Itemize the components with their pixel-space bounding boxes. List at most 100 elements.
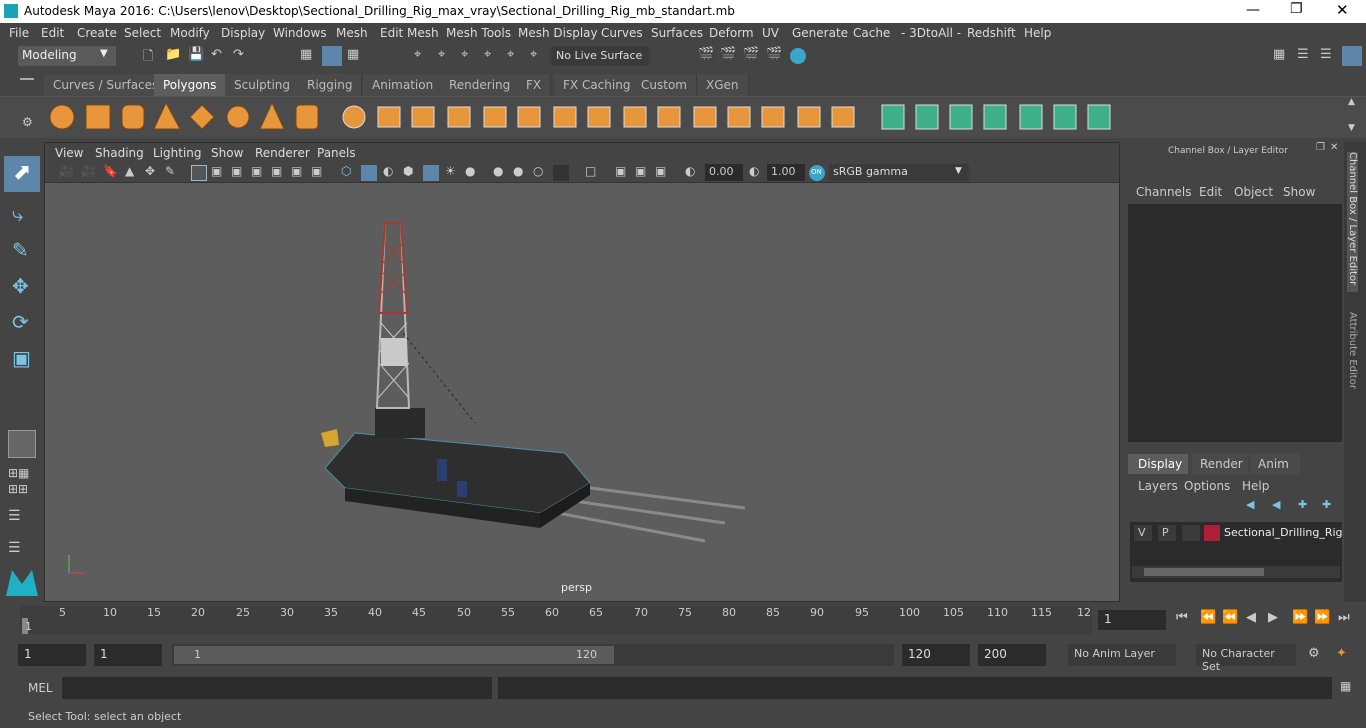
screen-space-ao-icon[interactable]: ●: [465, 164, 475, 178]
move-tool-icon[interactable]: ✥: [12, 274, 29, 298]
grid-toggle-icon[interactable]: [191, 165, 207, 181]
tab-xgen[interactable]: XGen: [697, 74, 749, 96]
shelf-scroll-up-icon[interactable]: ▲: [1348, 97, 1355, 107]
save-scene-icon[interactable]: 💾: [188, 47, 204, 62]
bookmark-icon[interactable]: 🔖: [103, 164, 118, 178]
motion-blur-icon[interactable]: ●: [493, 164, 503, 178]
four-view-layout-icon[interactable]: ⊞▦: [8, 466, 29, 480]
channels-edit-menu[interactable]: Edit: [1199, 185, 1222, 199]
layer-name[interactable]: Sectional_Drilling_Rig: [1224, 526, 1343, 539]
channels-object-menu[interactable]: Object: [1234, 185, 1273, 199]
snap-curve-icon[interactable]: ⌖: [438, 47, 445, 62]
tab-custom[interactable]: Custom: [632, 74, 697, 96]
paint-select-tool-icon[interactable]: ✎: [12, 238, 29, 262]
layers-menu[interactable]: Layers: [1138, 479, 1178, 493]
menu-mesh-display[interactable]: Mesh Display: [518, 26, 598, 40]
step-forward-key-icon[interactable]: ⏩: [1292, 610, 1308, 625]
viewport-menu-renderer[interactable]: Renderer: [255, 146, 310, 160]
channels-menu[interactable]: Channels: [1136, 185, 1192, 199]
tab-polygons[interactable]: Polygons: [154, 74, 227, 96]
safe-title-icon[interactable]: ▣: [311, 164, 322, 178]
gamma-field[interactable]: 1.00: [767, 164, 805, 181]
exposure-icon[interactable]: ◐: [685, 164, 695, 178]
wireframe-icon[interactable]: ⬡: [341, 164, 351, 178]
smooth-shade-icon[interactable]: [361, 165, 377, 181]
range-handle[interactable]: 1 120: [174, 646, 614, 664]
tab-curves-surfaces[interactable]: Curves / Surfaces: [44, 74, 169, 96]
gate-mask-icon[interactable]: ▣: [251, 164, 262, 178]
menu-surfaces[interactable]: Surfaces: [651, 26, 703, 40]
render-settings-icon[interactable]: 🎬: [743, 47, 759, 62]
end-time-field[interactable]: 200: [978, 644, 1046, 666]
layer-color-swatch[interactable]: [1204, 525, 1220, 541]
start-time-field[interactable]: 1: [18, 644, 86, 666]
render-view-icon[interactable]: [790, 48, 806, 64]
film-gate-icon[interactable]: ▣: [211, 164, 222, 178]
range-bar[interactable]: 1 120: [172, 644, 894, 666]
lasso-tool-icon[interactable]: ⤷: [12, 202, 23, 226]
safe-action-icon[interactable]: ▣: [291, 164, 302, 178]
redo-icon[interactable]: ↷: [233, 47, 244, 62]
live-surface-field[interactable]: No Live Surface: [551, 46, 649, 66]
xray-icon[interactable]: [553, 165, 569, 181]
menu-windows[interactable]: Windows: [273, 26, 327, 40]
menu-3dtoall[interactable]: - 3DtoAll -: [901, 26, 961, 40]
select-tool-icon[interactable]: ⬈: [4, 156, 40, 192]
menu-edit-mesh[interactable]: Edit Mesh: [380, 26, 439, 40]
channels-show-menu[interactable]: Show: [1283, 185, 1315, 199]
new-scene-icon[interactable]: 🗋: [143, 47, 153, 69]
resolution-gate-icon[interactable]: ▣: [231, 164, 242, 178]
menu-file[interactable]: File: [9, 26, 29, 40]
viewport-menu-panels[interactable]: Panels: [317, 146, 356, 160]
close-panel-icon[interactable]: ✕: [1330, 142, 1338, 153]
menu-select[interactable]: Select: [124, 26, 161, 40]
menu-redshift[interactable]: Redshift: [967, 26, 1016, 40]
tab-animation[interactable]: Animation: [363, 74, 444, 96]
new-layer-icon[interactable]: ✚: [1298, 498, 1307, 511]
snap-point-icon[interactable]: ⌖: [461, 47, 468, 62]
menu-help[interactable]: Help: [1024, 26, 1051, 40]
menu-generate[interactable]: Generate: [792, 26, 848, 40]
tab-fx[interactable]: FX: [517, 74, 552, 96]
xray-joints-icon[interactable]: ▣: [615, 164, 626, 178]
step-forward-icon[interactable]: ⏩: [1314, 610, 1330, 625]
viewport-menu-view[interactable]: View: [55, 146, 83, 160]
channel-box-side-tab[interactable]: Channel Box / Layer Editor: [1347, 152, 1358, 292]
use-all-lights-icon[interactable]: [423, 165, 439, 181]
textured-icon[interactable]: ⬢: [403, 164, 413, 178]
layer-help-menu[interactable]: Help: [1242, 479, 1269, 493]
backface-icon[interactable]: ▣: [655, 164, 666, 178]
workspace-tools-icon[interactable]: [1342, 46, 1362, 66]
channel-list[interactable]: [1128, 204, 1342, 442]
viewport-menu-shading[interactable]: Shading: [95, 146, 144, 160]
current-frame-field[interactable]: 1: [1098, 610, 1166, 630]
close-button[interactable]: ✕: [1336, 1, 1349, 19]
tab-display[interactable]: Display: [1128, 454, 1188, 474]
shadows-icon[interactable]: ☀: [445, 164, 456, 178]
field-chart-icon[interactable]: ▣: [271, 164, 282, 178]
viewport-menu-lighting[interactable]: Lighting: [153, 146, 202, 160]
grease-pencil-icon[interactable]: ✎: [165, 164, 175, 178]
hypershade-icon[interactable]: 🎬: [766, 47, 782, 62]
isolate-select-icon[interactable]: □: [585, 164, 596, 178]
auto-key-icon[interactable]: ⚙: [1308, 646, 1320, 661]
viewport-scene[interactable]: persp: [45, 183, 1119, 601]
minimize-button[interactable]: —: [1246, 2, 1260, 18]
snap-grid-icon[interactable]: ⌖: [414, 47, 421, 62]
layer-playback-toggle[interactable]: P: [1158, 525, 1176, 541]
camera-select-icon[interactable]: 🎥: [59, 164, 74, 178]
mel-label[interactable]: MEL: [28, 681, 53, 695]
layer-visibility-toggle[interactable]: V: [1134, 525, 1152, 541]
tab-rendering[interactable]: Rendering: [440, 74, 521, 96]
playback-start-field[interactable]: 1: [94, 644, 162, 666]
step-back-key-icon[interactable]: ⏪: [1222, 610, 1238, 625]
playback-end-field[interactable]: 120: [902, 644, 970, 666]
menu-edit[interactable]: Edit: [41, 26, 64, 40]
animation-preferences-icon[interactable]: ✦: [1336, 646, 1347, 661]
new-layer-selected-icon[interactable]: ✚: [1322, 498, 1331, 511]
viewport-menu-show[interactable]: Show: [211, 146, 243, 160]
menu-curves[interactable]: Curves: [601, 26, 643, 40]
float-panel-icon[interactable]: ❐: [1316, 142, 1325, 153]
snap-view-icon[interactable]: ⌖: [484, 47, 491, 62]
tab-sculpting[interactable]: Sculpting: [225, 74, 301, 96]
